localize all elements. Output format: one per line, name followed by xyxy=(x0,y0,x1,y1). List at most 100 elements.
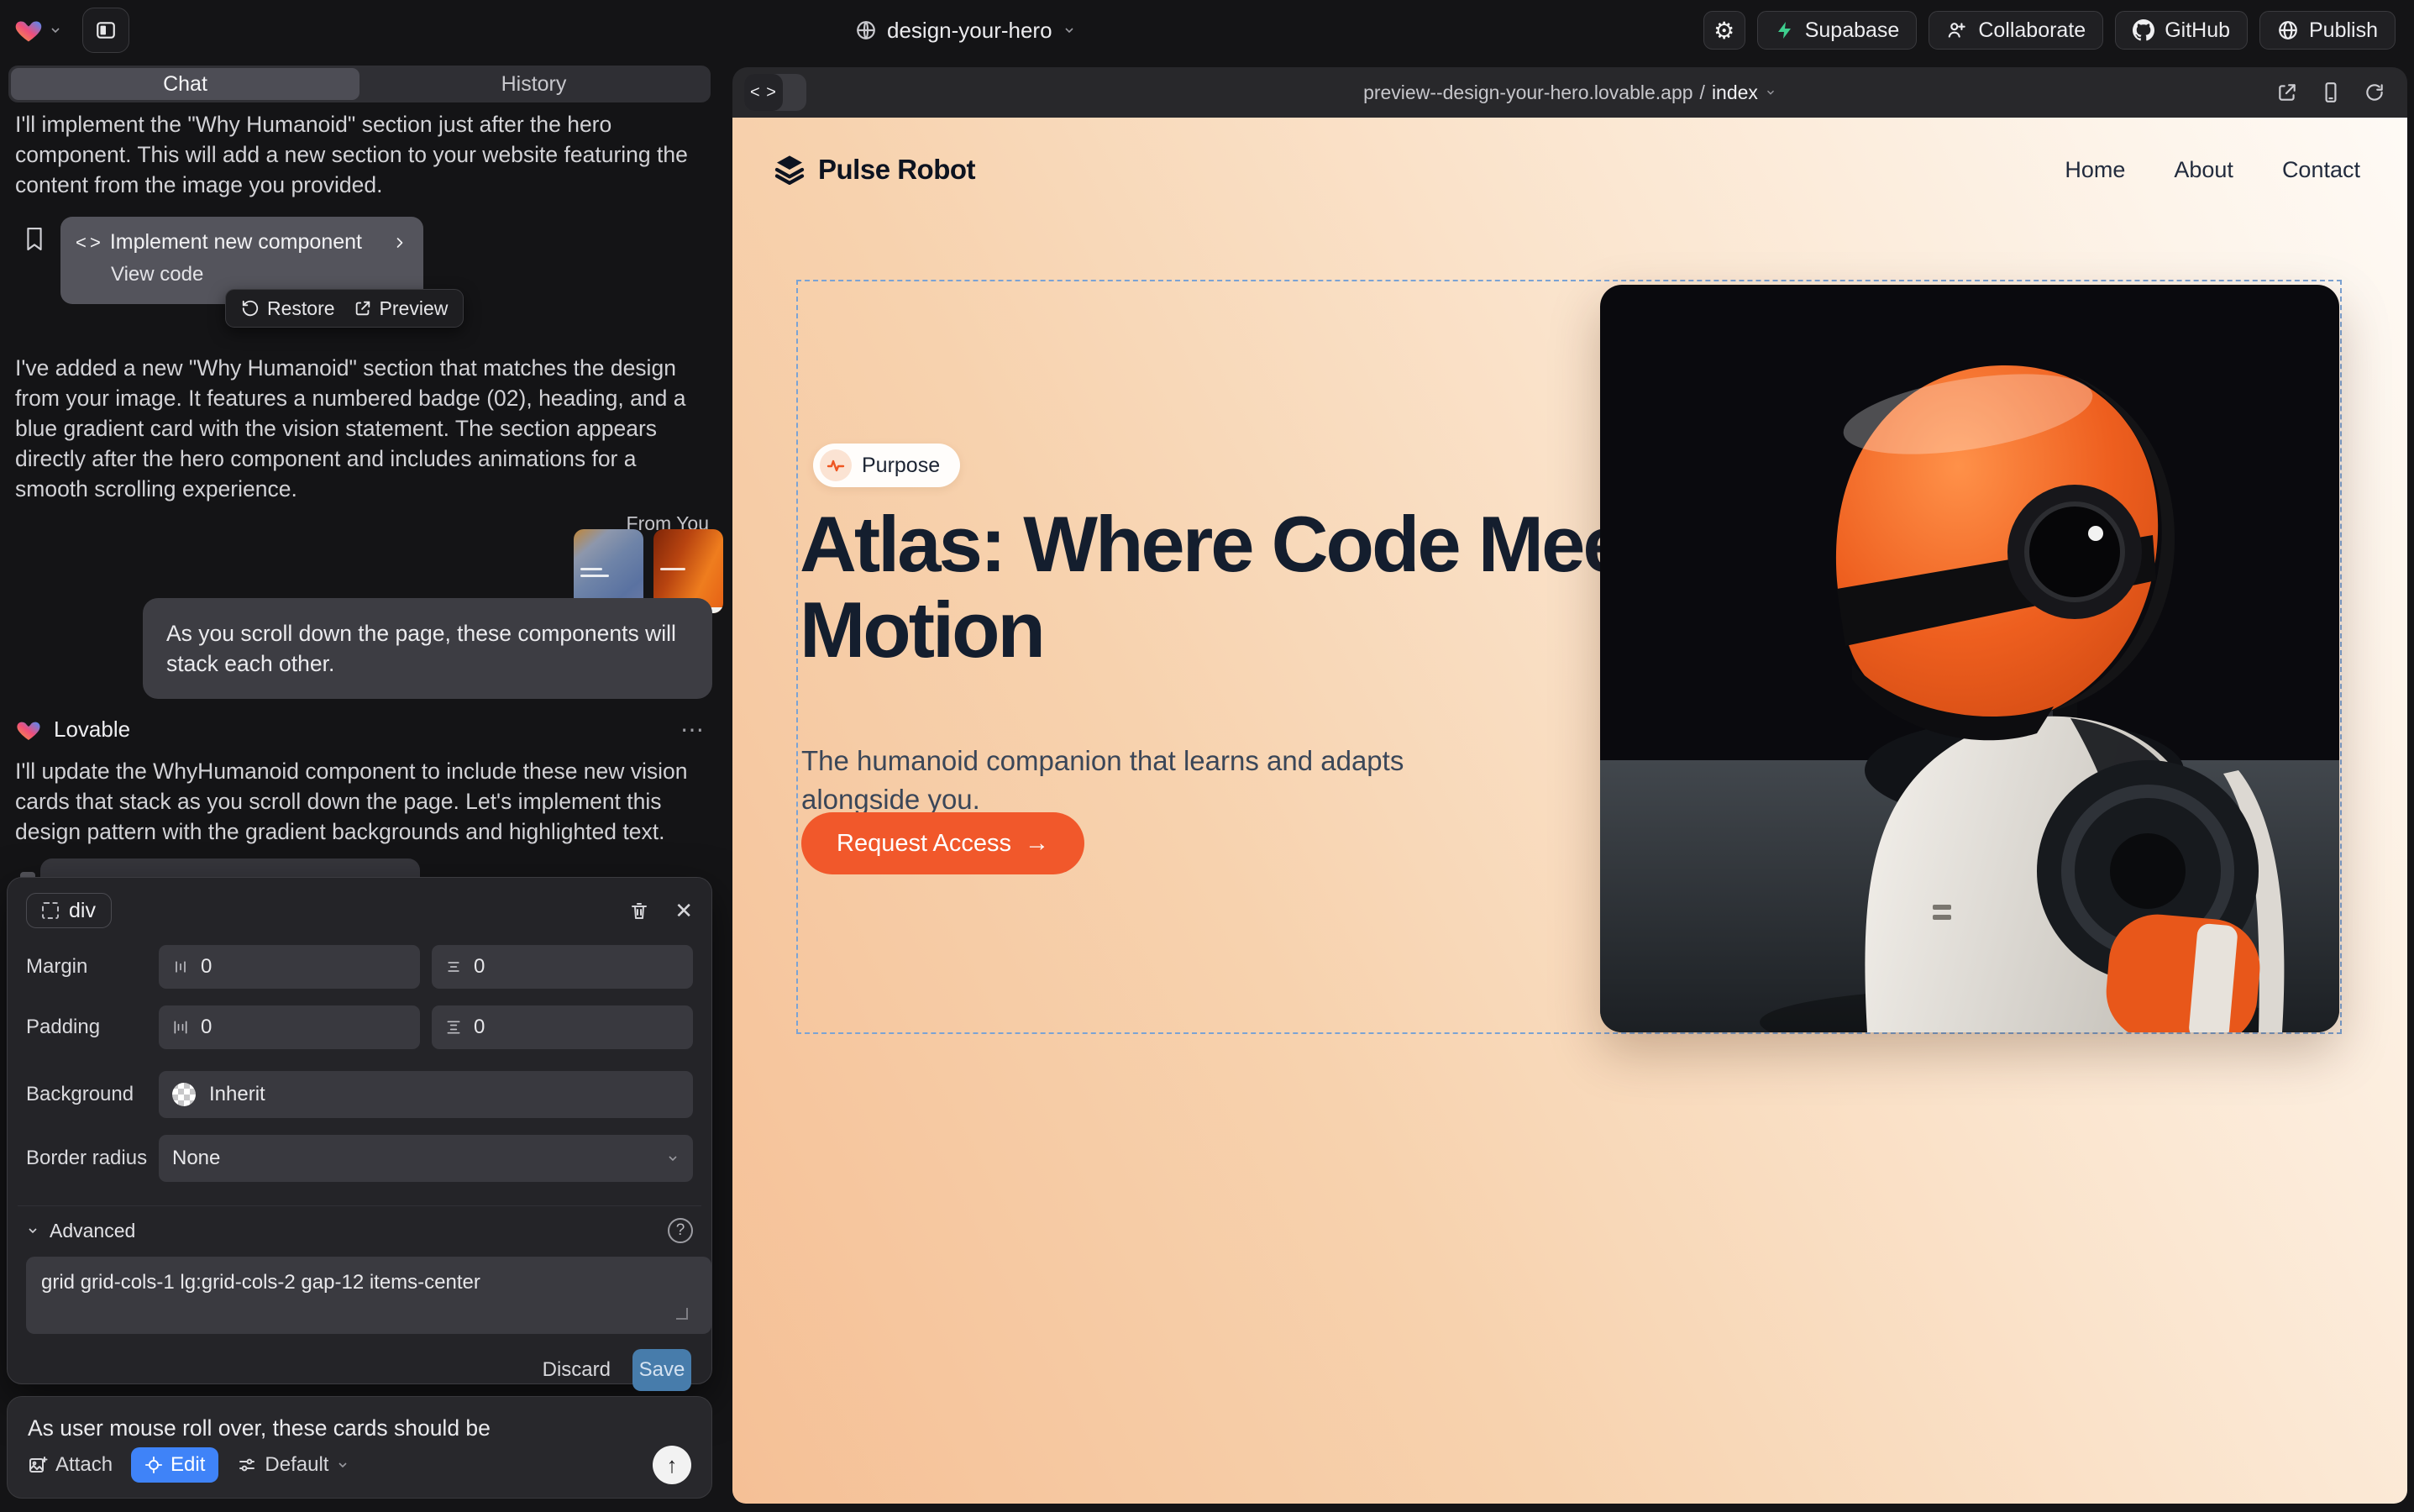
lovable-heart-icon xyxy=(13,15,44,45)
publish-globe-icon xyxy=(2277,19,2299,41)
trash-icon[interactable] xyxy=(629,900,649,921)
padding-x-icon xyxy=(172,1019,189,1036)
chevron-down-icon xyxy=(49,24,62,37)
globe-icon xyxy=(855,19,877,41)
preview-button[interactable]: Preview xyxy=(354,297,449,320)
hero-heading: Atlas: Where Code Meets Motion xyxy=(800,501,1698,672)
composer-draft-text[interactable]: As user mouse roll over, these cards sho… xyxy=(28,1415,691,1441)
component-card-title: Implement new component xyxy=(110,230,362,255)
arrow-right-icon: → xyxy=(1025,830,1049,858)
arrow-up-icon: ↑ xyxy=(667,1452,678,1478)
project-switcher[interactable]: design-your-hero xyxy=(855,0,1076,60)
attach-image-icon xyxy=(28,1455,48,1475)
padding-x-input[interactable]: 0 xyxy=(159,1005,420,1049)
selected-element-chip[interactable]: div xyxy=(26,893,112,928)
chevron-right-icon xyxy=(391,234,408,251)
chevron-down-icon xyxy=(1765,87,1776,98)
lovable-menu-button[interactable] xyxy=(13,15,62,45)
open-in-new-tab-icon[interactable] xyxy=(2276,81,2298,103)
preview-panel: < > preview--design-your-hero.lovable.ap… xyxy=(732,67,2407,1504)
github-icon xyxy=(2133,19,2154,41)
tab-chat[interactable]: Chat xyxy=(11,68,359,100)
border-radius-select[interactable]: None xyxy=(159,1135,693,1182)
collaborate-button[interactable]: Collaborate xyxy=(1929,11,2103,50)
target-icon xyxy=(144,1456,163,1474)
border-radius-label: Border radius xyxy=(26,1147,159,1170)
hero-subheading: The humanoid companion that learns and a… xyxy=(801,742,1524,818)
tab-history[interactable]: History xyxy=(359,68,708,100)
background-picker[interactable]: Inherit xyxy=(159,1071,693,1118)
lovable-message-header: Lovable ⋯ xyxy=(15,716,706,743)
code-view-toggle[interactable]: < > xyxy=(744,74,806,111)
view-code-link[interactable]: View code xyxy=(111,263,408,286)
chevron-down-icon xyxy=(1063,24,1076,37)
mobile-view-icon[interactable] xyxy=(2320,81,2342,103)
site-nav: Home About Contact xyxy=(2065,157,2360,183)
discard-button[interactable]: Discard xyxy=(543,1358,611,1382)
nav-home[interactable]: Home xyxy=(2065,157,2125,183)
github-button[interactable]: GitHub xyxy=(2115,11,2248,50)
sliders-icon xyxy=(237,1455,257,1475)
selected-element-tag: div xyxy=(69,899,96,923)
advanced-section-toggle[interactable]: Advanced ? xyxy=(18,1205,701,1243)
chevron-down-icon xyxy=(666,1152,680,1165)
border-radius-row: Border radius None xyxy=(18,1135,701,1182)
element-inspector-panel: div ✕ Margin 0 0 xyxy=(7,877,712,1384)
chevron-down-icon xyxy=(26,1224,39,1237)
assistant-message-update: I'll update the WhyHumanoid component to… xyxy=(15,756,709,847)
background-label: Background xyxy=(26,1083,159,1106)
bookmark-icon[interactable] xyxy=(24,225,45,256)
advanced-label: Advanced xyxy=(50,1220,135,1242)
transparency-swatch-icon xyxy=(172,1083,196,1106)
chat-mode-select[interactable]: Default xyxy=(237,1453,349,1477)
panel-toggle-icon xyxy=(95,19,117,41)
restore-icon xyxy=(241,299,260,318)
background-row: Background Inherit xyxy=(18,1071,701,1118)
nav-about[interactable]: About xyxy=(2174,157,2233,183)
margin-label: Margin xyxy=(26,955,159,979)
margin-y-input[interactable]: 0 xyxy=(432,945,693,989)
badge-label: Purpose xyxy=(862,454,940,478)
refresh-icon[interactable] xyxy=(2364,81,2385,103)
publish-button[interactable]: Publish xyxy=(2259,11,2396,50)
tailwind-classes-input[interactable]: grid grid-cols-1 lg:grid-cols-2 gap-12 i… xyxy=(26,1257,711,1334)
element-box-icon xyxy=(42,902,59,919)
sidebar-toggle-button[interactable] xyxy=(82,8,129,53)
padding-y-input[interactable]: 0 xyxy=(432,1005,693,1049)
chat-composer[interactable]: As user mouse roll over, these cards sho… xyxy=(7,1396,712,1499)
nav-contact[interactable]: Contact xyxy=(2282,157,2360,183)
robot-hero-image xyxy=(1600,285,2339,1032)
assistant-message-implement: I'll implement the "Why Humanoid" sectio… xyxy=(15,109,709,200)
send-button[interactable]: ↑ xyxy=(653,1446,691,1484)
project-name: design-your-hero xyxy=(887,18,1052,44)
preview-page[interactable]: index xyxy=(1712,81,1758,104)
padding-y-icon xyxy=(445,1019,462,1036)
preview-url-bar: preview--design-your-hero.lovable.app / … xyxy=(732,81,2407,104)
attach-button[interactable]: Attach xyxy=(28,1453,113,1477)
margin-x-input[interactable]: 0 xyxy=(159,945,420,989)
save-button[interactable]: Save xyxy=(632,1349,691,1391)
restore-button[interactable]: Restore xyxy=(241,297,335,320)
padding-label: Padding xyxy=(26,1016,159,1039)
close-icon[interactable]: ✕ xyxy=(674,898,693,924)
preview-actions xyxy=(2276,81,2385,103)
resize-handle[interactable] xyxy=(676,1308,688,1320)
supabase-button[interactable]: Supabase xyxy=(1757,11,1918,50)
topbar-actions: ⚙ Supabase Collaborate GitHub Publish xyxy=(1703,11,2414,50)
collaborate-icon xyxy=(1946,19,1968,41)
gear-icon: ⚙ xyxy=(1713,17,1734,45)
purpose-badge: Purpose xyxy=(813,444,960,487)
preview-url[interactable]: preview--design-your-hero.lovable.app xyxy=(1363,81,1692,104)
site-brand[interactable]: Pulse Robot xyxy=(773,153,975,186)
user-message: As you scroll down the page, these compo… xyxy=(143,598,712,699)
assistant-message-added: I've added a new "Why Humanoid" section … xyxy=(15,353,709,504)
lovable-heart-icon xyxy=(15,717,42,743)
margin-y-icon xyxy=(445,958,462,975)
selected-hero-section[interactable]: Purpose Atlas: Where Code Meets Motion T… xyxy=(796,280,2342,1034)
site-brand-name: Pulse Robot xyxy=(818,154,975,186)
message-menu-button[interactable]: ⋯ xyxy=(680,716,706,743)
request-access-button[interactable]: Request Access → xyxy=(801,812,1084,874)
settings-button[interactable]: ⚙ xyxy=(1703,11,1745,50)
edit-mode-button[interactable]: Edit xyxy=(131,1447,218,1483)
help-icon[interactable]: ? xyxy=(668,1218,693,1243)
